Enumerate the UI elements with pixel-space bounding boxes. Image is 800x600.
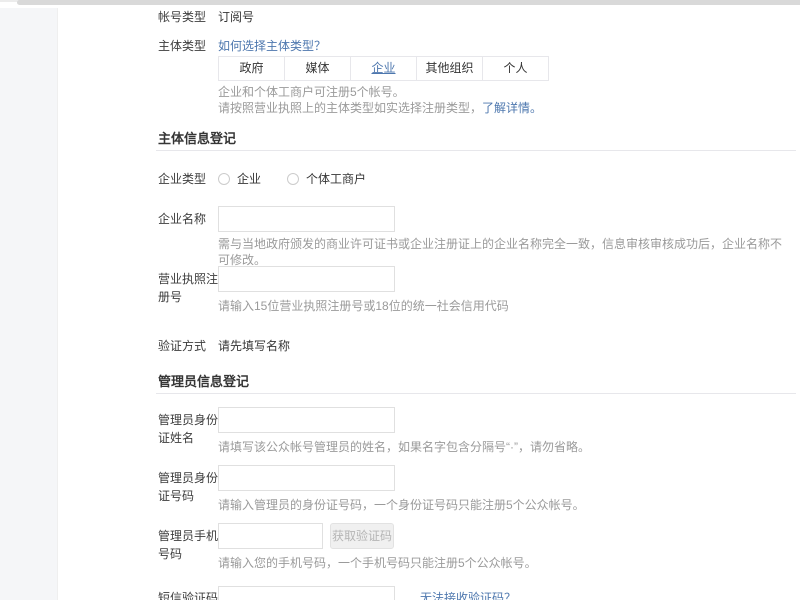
license-number-hint: 请输入15位营业执照注册号或18位的统一社会信用代码 — [218, 298, 786, 314]
learn-more-link[interactable]: 了解详情。 — [482, 101, 542, 115]
radio-icon — [218, 173, 230, 185]
subject-section-title: 主体信息登记 — [158, 128, 236, 147]
company-name-input[interactable] — [218, 206, 395, 232]
radio-option-enterprise-label: 企业 — [237, 170, 261, 187]
subject-type-tabs: 政府 媒体 企业 其他组织 个人 — [218, 56, 549, 81]
tab-other-org[interactable]: 其他组织 — [416, 57, 482, 80]
cannot-receive-code-link[interactable]: 无法接收验证码？ — [420, 589, 516, 600]
subject-type-help-link[interactable]: 如何选择主体类型？ — [218, 37, 790, 55]
account-type-label: 帐号类型 — [158, 8, 220, 26]
subject-type-note2-text: 请按照营业执照上的主体类型如实选择注册类型， — [218, 101, 482, 115]
admin-section-divider — [156, 393, 796, 394]
company-type-label: 企业类型 — [158, 170, 220, 188]
company-type-options: 企业 个体工商户 — [218, 170, 366, 187]
admin-id-input[interactable] — [218, 465, 395, 491]
tab-enterprise[interactable]: 企业 — [350, 57, 416, 80]
subject-type-note2: 请按照营业执照上的主体类型如实选择注册类型，了解详情。 — [218, 100, 786, 116]
tab-individual[interactable]: 个人 — [482, 57, 548, 80]
tab-media[interactable]: 媒体 — [284, 57, 350, 80]
verify-method-value: 请先填写名称 — [218, 337, 790, 355]
admin-phone-hint: 请输入您的手机号码，一个手机号码只能注册5个公众帐号。 — [218, 555, 786, 571]
radio-option-individual-business[interactable]: 个体工商户 — [287, 170, 366, 187]
admin-phone-label: 管理员手机号码 — [158, 527, 220, 563]
license-number-input[interactable] — [218, 266, 395, 292]
admin-id-hint: 请输入管理员的身份证号码，一个身份证号码只能注册5个公众帐号。 — [218, 497, 786, 513]
license-number-label: 营业执照注册号 — [158, 270, 220, 306]
get-sms-code-button[interactable]: 获取验证码 — [330, 523, 394, 549]
radio-option-individual-business-label: 个体工商户 — [306, 170, 366, 187]
sms-code-input[interactable] — [218, 586, 395, 600]
top-panel-edge — [17, 0, 800, 5]
subject-type-note1: 企业和个体工商户可注册5个帐号。 — [218, 84, 786, 100]
registration-page: 帐号类型 订阅号 主体类型 如何选择主体类型？ 政府 媒体 企业 其他组织 个人… — [0, 0, 800, 600]
radio-option-enterprise[interactable]: 企业 — [218, 170, 261, 187]
verify-method-label: 验证方式 — [158, 337, 220, 355]
account-type-value: 订阅号 — [218, 8, 790, 26]
admin-section-title: 管理员信息登记 — [158, 371, 249, 390]
admin-id-label: 管理员身份证号码 — [158, 469, 220, 505]
company-name-label: 企业名称 — [158, 210, 220, 228]
sms-code-label: 短信验证码 — [158, 589, 220, 600]
subject-type-label: 主体类型 — [158, 37, 220, 55]
left-gutter-panel — [0, 8, 58, 600]
subject-section-divider — [156, 150, 796, 151]
company-name-hint: 需与当地政府颁发的商业许可证书或企业注册证上的企业名称完全一致，信息审核审核成功… — [218, 236, 786, 268]
admin-name-hint: 请填写该公众帐号管理员的姓名，如果名字包含分隔号“·”，请勿省略。 — [218, 439, 786, 455]
admin-name-input[interactable] — [218, 407, 395, 433]
radio-icon — [287, 173, 299, 185]
tab-government[interactable]: 政府 — [219, 57, 284, 80]
admin-phone-input[interactable] — [218, 523, 323, 549]
admin-name-label: 管理员身份证姓名 — [158, 411, 220, 447]
